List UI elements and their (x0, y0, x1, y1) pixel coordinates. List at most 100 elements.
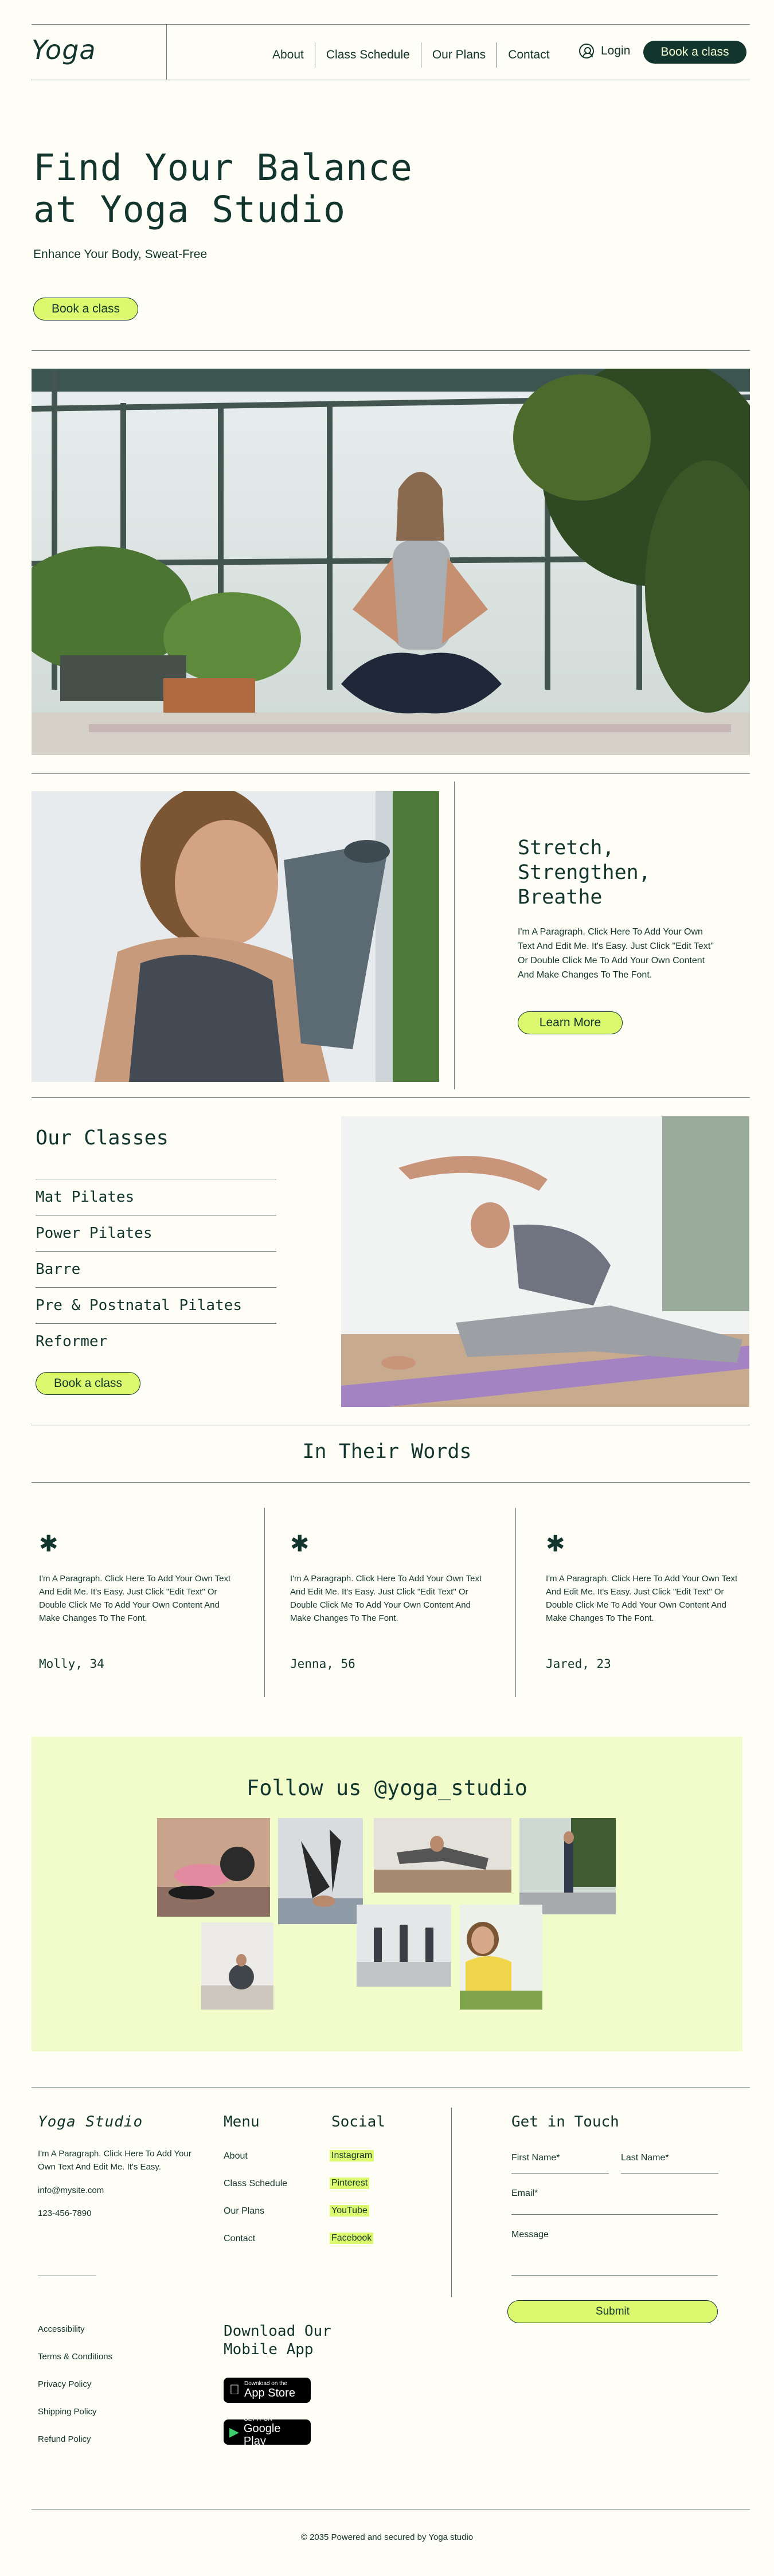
hero-image (32, 369, 750, 755)
google-play-badge[interactable]: ▶ GET IT ON Google Play (224, 2416, 311, 2448)
copyright-text: © 2035 Powered and secured by Yoga studi… (300, 2532, 474, 2542)
class-item-reformer[interactable]: Reformer (36, 1323, 276, 1359)
message-field[interactable] (511, 2275, 718, 2276)
legal-shipping[interactable]: Shipping Policy (38, 2407, 97, 2417)
testimonials-title: In Their Words (302, 1440, 472, 1463)
header-top-rule (32, 24, 750, 25)
google-play-small: GET IT ON (243, 2416, 272, 2422)
legal-privacy[interactable]: Privacy Policy (38, 2379, 91, 2389)
stretch-title-line1: Stretch, (518, 836, 615, 859)
login-button[interactable]: Login (579, 44, 630, 58)
footer-brand-text: I'm A Paragraph. Click Here To Add Your … (38, 2149, 191, 2172)
header-divider (166, 24, 167, 80)
gallery-image-6[interactable] (357, 1905, 451, 1987)
stretching-woman-image (341, 1116, 749, 1407)
stretch-title-line2: Strengthen, (518, 861, 651, 884)
email-label: Email* (511, 2188, 538, 2198)
legal-accessibility[interactable]: Accessibility (38, 2324, 85, 2334)
gallery-image-3[interactable] (374, 1818, 511, 1893)
asterisk-icon: ✱ (546, 1531, 565, 1557)
testimonial-text-1: I'm A Paragraph. Click Here To Add Your … (39, 1574, 231, 1623)
stretch-title: Stretch, Strengthen, Breathe (518, 836, 651, 910)
hero-title-line1: Find Your Balance (33, 147, 413, 189)
nav-our-plans[interactable]: Our Plans (420, 42, 497, 68)
nav-class-schedule[interactable]: Class Schedule (314, 42, 421, 68)
submit-button[interactable]: Submit (507, 2300, 718, 2323)
footer-menu-our-plans[interactable]: Our Plans (224, 2206, 264, 2217)
footer-social-title: Social (331, 2113, 385, 2131)
play-icon: ▶ (229, 2425, 239, 2439)
hero-subtitle: Enhance Your Body, Sweat-Free (33, 248, 208, 261)
contact-title: Get in Touch (511, 2113, 619, 2131)
site-logo[interactable]: Yoga (32, 34, 96, 65)
testimonials-rule (32, 1482, 750, 1483)
testimonial-name-1: Molly, 34 (39, 1657, 104, 1671)
testimonial-divider-1 (264, 1508, 265, 1697)
last-name-field[interactable] (621, 2173, 718, 2174)
main-nav: About Class Schedule Our Plans Contact (261, 42, 561, 68)
footer-menu-contact[interactable]: Contact (224, 2234, 255, 2244)
app-store-big: App Store (234, 2387, 295, 2399)
hero-rule (32, 350, 750, 351)
instagram-title: Follow us @yoga_studio (246, 1776, 528, 1800)
section-rule-1 (32, 773, 750, 774)
user-icon (579, 44, 594, 58)
stretch-divider (454, 781, 455, 1089)
hero-title-line2: at Yoga Studio (33, 189, 346, 230)
social-instagram[interactable]: Instagram (330, 2150, 374, 2161)
class-item-mat-pilates[interactable]: Mat Pilates (36, 1179, 276, 1215)
footer-menu-title: Menu (224, 2113, 260, 2131)
footer-email[interactable]: info@mysite.com (38, 2186, 104, 2195)
email-field[interactable] (511, 2214, 718, 2215)
woman-with-mat-image (32, 791, 439, 1082)
social-youtube[interactable]: YouTube (330, 2205, 369, 2217)
app-title: Download Our Mobile App (224, 2322, 331, 2359)
testimonial-name-2: Jenna, 56 (290, 1657, 355, 1671)
footer-menu-class-schedule[interactable]: Class Schedule (224, 2179, 287, 2189)
login-label: Login (601, 44, 631, 57)
asterisk-icon: ✱ (290, 1531, 310, 1557)
message-label: Message (511, 2230, 549, 2239)
legal-terms[interactable]: Terms & Conditions (38, 2352, 112, 2362)
testimonial-text-3: I'm A Paragraph. Click Here To Add Your … (546, 1574, 738, 1623)
social-pinterest[interactable]: Pinterest (330, 2178, 370, 2189)
learn-more-button[interactable]: Learn More (518, 1011, 623, 1034)
footer-top-rule (32, 2087, 750, 2088)
classes-book-button[interactable]: Book a class (36, 1372, 140, 1395)
first-name-label: First Name* (511, 2153, 560, 2163)
testimonial-divider-2 (515, 1508, 516, 1697)
classes-title: Our Classes (36, 1127, 169, 1150)
nav-about[interactable]: About (261, 42, 315, 68)
class-item-prenatal[interactable]: Pre & Postnatal Pilates (36, 1287, 276, 1323)
class-item-power-pilates[interactable]: Power Pilates (36, 1215, 276, 1251)
apple-icon:  (229, 2382, 240, 2398)
first-name-field[interactable] (511, 2173, 609, 2174)
social-facebook[interactable]: Facebook (330, 2233, 374, 2244)
last-name-label: Last Name* (621, 2153, 669, 2163)
footer-menu-about[interactable]: About (224, 2151, 248, 2161)
footer-brand: Yoga Studio (38, 2113, 143, 2131)
gallery-image-1[interactable] (157, 1818, 270, 1917)
app-title-line2: Mobile App (224, 2341, 314, 2358)
hero-title: Find Your Balance at Yoga Studio (33, 147, 413, 230)
app-title-line1: Download Our (224, 2323, 331, 2340)
section-rule-2 (32, 1097, 750, 1098)
asterisk-icon: ✱ (39, 1531, 58, 1557)
header-book-button[interactable]: Book a class (643, 41, 746, 64)
class-item-barre[interactable]: Barre (36, 1251, 276, 1287)
legal-refund[interactable]: Refund Policy (38, 2434, 91, 2444)
footer-phone: 123-456-7890 (38, 2208, 92, 2218)
gallery-image-5[interactable] (201, 1922, 273, 2010)
app-store-badge[interactable]:  Download on the App Store (224, 2378, 311, 2403)
stretch-paragraph: I'm A Paragraph. Click Here To Add Your … (518, 927, 714, 980)
gallery-image-2[interactable] (278, 1818, 363, 1924)
google-play-big: Google Play (243, 2422, 281, 2448)
hero-book-button[interactable]: Book a class (33, 298, 138, 320)
app-store-small: Download on the (234, 2380, 287, 2387)
stretch-title-line3: Breathe (518, 886, 603, 909)
footer-divider (451, 2108, 452, 2297)
nav-contact[interactable]: Contact (497, 42, 560, 68)
gallery-image-4[interactable] (519, 1818, 616, 1914)
testimonial-name-3: Jared, 23 (546, 1657, 611, 1671)
gallery-image-7[interactable] (460, 1905, 542, 2010)
